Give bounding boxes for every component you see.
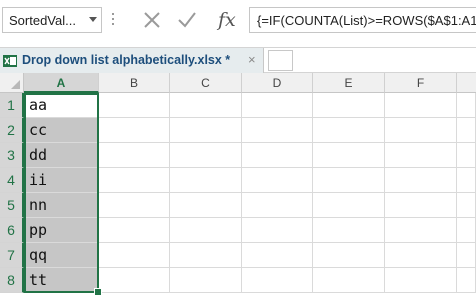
row-header-2[interactable]: 2 — [0, 118, 24, 143]
cell-d6[interactable] — [242, 218, 313, 243]
row-header-1[interactable]: 1 — [0, 93, 24, 118]
cell-f7[interactable] — [385, 243, 457, 268]
cell-a1[interactable]: aa — [24, 93, 99, 118]
cell-b4[interactable] — [99, 168, 170, 193]
cell-a5[interactable]: nn — [24, 193, 99, 218]
select-all-button[interactable] — [0, 73, 24, 93]
cell-c8[interactable] — [170, 268, 242, 293]
name-box[interactable]: SortedVal... — [2, 7, 102, 33]
cell-a4[interactable]: ii — [24, 168, 99, 193]
column-header-f[interactable]: F — [385, 73, 457, 93]
cell-b7[interactable] — [99, 243, 170, 268]
row-header-8[interactable]: 8 — [0, 268, 24, 293]
cell-d7[interactable] — [242, 243, 313, 268]
cell-c2[interactable] — [170, 118, 242, 143]
cell-f8[interactable] — [385, 268, 457, 293]
cell-c5[interactable] — [170, 193, 242, 218]
cell-e1[interactable] — [313, 93, 385, 118]
cell-f1[interactable] — [385, 93, 457, 118]
column-header-e[interactable]: E — [313, 73, 385, 93]
cell-d5[interactable] — [242, 193, 313, 218]
cell-g1[interactable] — [457, 93, 476, 118]
cell-e8[interactable] — [313, 268, 385, 293]
cell-a3[interactable]: dd — [24, 143, 99, 168]
cell-value: aa — [29, 96, 48, 114]
cell-e6[interactable] — [313, 218, 385, 243]
name-box-value: SortedVal... — [9, 13, 76, 28]
cell-d4[interactable] — [242, 168, 313, 193]
cell-e7[interactable] — [313, 243, 385, 268]
cell-g2[interactable] — [457, 118, 476, 143]
chevron-down-icon[interactable] — [89, 17, 97, 22]
formula-input[interactable]: {=IF(COUNTA(List)>=ROWS($A$1:A1),INDEX(L… — [249, 7, 476, 33]
cell-b3[interactable] — [99, 143, 170, 168]
cell-f3[interactable] — [385, 143, 457, 168]
cell-f2[interactable] — [385, 118, 457, 143]
excel-file-icon — [3, 55, 17, 67]
row-header-4[interactable]: 4 — [0, 168, 24, 193]
cell-b1[interactable] — [99, 93, 170, 118]
cell-d8[interactable] — [242, 268, 313, 293]
cell-g6[interactable] — [457, 218, 476, 243]
cell-value: ii — [29, 171, 48, 189]
column-header-c[interactable]: C — [170, 73, 242, 93]
cell-e5[interactable] — [313, 193, 385, 218]
formula-buttons: fx — [124, 7, 248, 35]
formula-text: {=IF(COUNTA(List)>=ROWS($A$1:A1),INDEX(L… — [257, 13, 476, 28]
cell-b8[interactable] — [99, 268, 170, 293]
cell-f6[interactable] — [385, 218, 457, 243]
spreadsheet-grid: A B C D E F 1 2 3 4 5 6 7 8 aa cc dd ii … — [0, 73, 476, 298]
cell-b5[interactable] — [99, 193, 170, 218]
column-header-d[interactable]: D — [242, 73, 313, 93]
cancel-icon[interactable] — [142, 10, 162, 30]
cell-f4[interactable] — [385, 168, 457, 193]
cell-value: nn — [29, 196, 48, 214]
cell-g7[interactable] — [457, 243, 476, 268]
close-icon[interactable]: × — [248, 52, 256, 67]
cell-value: qq — [29, 246, 48, 264]
cell-e2[interactable] — [313, 118, 385, 143]
cell-g4[interactable] — [457, 168, 476, 193]
new-workbook-tab-button[interactable] — [268, 50, 293, 71]
fill-handle[interactable] — [94, 288, 102, 296]
cell-value: tt — [29, 271, 48, 289]
cell-d1[interactable] — [242, 93, 313, 118]
cell-value: dd — [29, 146, 48, 164]
formula-bar-area: SortedVal... fx {=IF(COUNTA(List)>=ROWS(… — [0, 0, 476, 44]
cell-c4[interactable] — [170, 168, 242, 193]
cell-a2[interactable]: cc — [24, 118, 99, 143]
insert-function-button[interactable]: fx — [218, 9, 236, 31]
workbook-tab[interactable]: Drop down list alphabetically.xlsx * × — [0, 48, 264, 74]
column-header-a[interactable]: A — [24, 73, 99, 93]
cell-value: cc — [29, 121, 48, 139]
drag-handle-icon[interactable] — [112, 13, 115, 27]
cell-b2[interactable] — [99, 118, 170, 143]
cell-a6[interactable]: pp — [24, 218, 99, 243]
cell-value: pp — [29, 221, 48, 239]
cell-b6[interactable] — [99, 218, 170, 243]
cell-d2[interactable] — [242, 118, 313, 143]
cell-c3[interactable] — [170, 143, 242, 168]
column-header-b[interactable]: B — [99, 73, 170, 93]
cell-f5[interactable] — [385, 193, 457, 218]
row-header-6[interactable]: 6 — [0, 218, 24, 243]
cell-e4[interactable] — [313, 168, 385, 193]
enter-check-icon[interactable] — [176, 10, 198, 30]
workbook-tab-title: Drop down list alphabetically.xlsx * — [22, 53, 231, 67]
row-header-3[interactable]: 3 — [0, 143, 24, 168]
workbook-tab-bar: Drop down list alphabetically.xlsx * × — [0, 47, 476, 74]
row-header-5[interactable]: 5 — [0, 193, 24, 218]
cell-a8[interactable]: tt — [24, 268, 99, 293]
column-header-g[interactable] — [457, 73, 476, 93]
cell-g8[interactable] — [457, 268, 476, 293]
cell-c7[interactable] — [170, 243, 242, 268]
cell-g3[interactable] — [457, 143, 476, 168]
cell-c1[interactable] — [170, 93, 242, 118]
cell-c6[interactable] — [170, 218, 242, 243]
cell-e3[interactable] — [313, 143, 385, 168]
row-header-7[interactable]: 7 — [0, 243, 24, 268]
cell-d3[interactable] — [242, 143, 313, 168]
cell-a7[interactable]: qq — [24, 243, 99, 268]
cell-g5[interactable] — [457, 193, 476, 218]
